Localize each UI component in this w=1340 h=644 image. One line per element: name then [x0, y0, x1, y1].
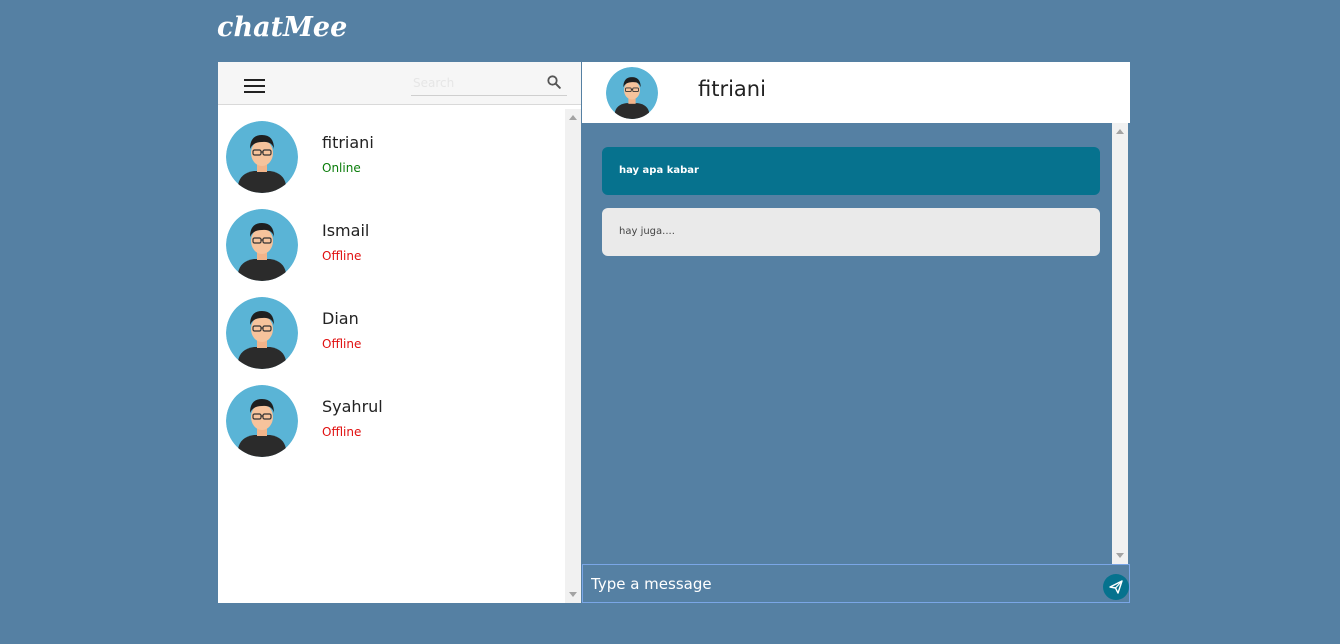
contact-name: fitriani [322, 133, 374, 152]
contact-list: fitriani Online Ismail Offline Dian Offl… [218, 109, 565, 603]
send-icon [1109, 580, 1123, 594]
message-composer [582, 564, 1130, 603]
contact-name: Syahrul [322, 397, 383, 416]
user-avatar-icon [226, 297, 298, 369]
search-icon[interactable] [547, 75, 561, 89]
conversation-header: fitriani [582, 62, 1130, 123]
contact-item-ismail[interactable]: Ismail Offline [218, 197, 565, 285]
messages-scrollbar[interactable] [1112, 123, 1128, 564]
scroll-up-arrow-icon[interactable] [1116, 129, 1124, 134]
message-input[interactable] [591, 573, 1091, 595]
scroll-down-arrow-icon[interactable] [569, 592, 577, 597]
app-logo: chatMee [217, 12, 348, 43]
send-button[interactable] [1103, 574, 1129, 600]
search-input[interactable] [413, 73, 537, 93]
conversation-title: fitriani [698, 77, 766, 101]
search-box [411, 71, 567, 96]
scroll-down-arrow-icon[interactable] [1116, 553, 1124, 558]
contacts-header [218, 62, 581, 105]
contacts-panel: fitriani Online Ismail [218, 62, 581, 603]
user-avatar-icon [226, 385, 298, 457]
user-avatar-icon [226, 121, 298, 193]
chat-app-frame: fitriani Online Ismail [218, 62, 1130, 603]
user-avatar-icon [226, 209, 298, 281]
message-bubble-incoming: hay juga.... [602, 208, 1100, 256]
contact-item-dian[interactable]: Dian Offline [218, 285, 565, 373]
contact-status: Offline [322, 425, 362, 439]
message-list: hay apa kabar hay juga.... [582, 123, 1112, 564]
contact-item-fitriani[interactable]: fitriani Online [218, 109, 565, 197]
message-bubble-outgoing: hay apa kabar [602, 147, 1100, 195]
contact-status: Offline [322, 337, 362, 351]
contact-status: Online [322, 161, 361, 175]
conversation-panel: fitriani hay apa kabar hay juga.... [582, 62, 1130, 603]
contact-item-syahrul[interactable]: Syahrul Offline [218, 373, 565, 461]
contacts-scrollbar[interactable] [565, 109, 581, 603]
user-avatar-icon[interactable] [606, 67, 658, 119]
contact-name: Dian [322, 309, 359, 328]
contact-status: Offline [322, 249, 362, 263]
hamburger-menu-icon[interactable] [244, 79, 265, 94]
contact-name: Ismail [322, 221, 370, 240]
scroll-up-arrow-icon[interactable] [569, 115, 577, 120]
